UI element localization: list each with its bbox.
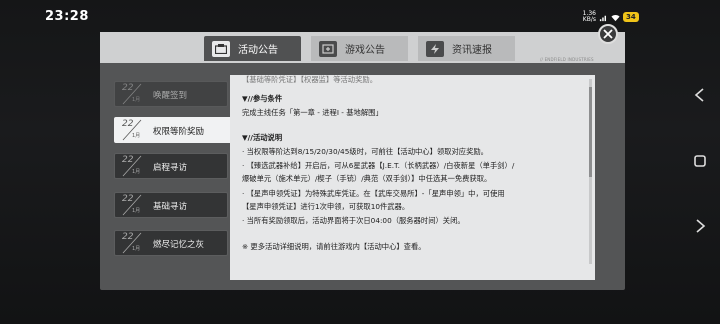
sidebar-item-label: 权限等阶奖励 bbox=[153, 127, 205, 137]
date-month: 1月 bbox=[132, 169, 141, 175]
signal-icon bbox=[599, 15, 607, 21]
back-triangle-icon[interactable] bbox=[692, 87, 708, 103]
recents-square-icon[interactable] bbox=[692, 153, 708, 169]
announcement-content: 【基础等阶凭证】【权器监】等活动奖励。 ▼//参与条件 完成主线任务「第一章 -… bbox=[230, 75, 595, 280]
tab-news[interactable]: 资讯速报 bbox=[418, 36, 515, 61]
sidebar-item-label: 启程寻访 bbox=[153, 163, 188, 173]
sidebar-item-label: 唤醒签到 bbox=[153, 91, 188, 101]
scroll-thumb[interactable] bbox=[589, 87, 592, 177]
brand-caption: // ENDFIELD INDUSTRIES bbox=[540, 57, 594, 62]
sidebar-item-wake-signin[interactable]: 22 1月 唤醒签到 bbox=[114, 81, 228, 107]
tab-activity[interactable]: 活动公告 bbox=[204, 36, 301, 61]
sidebar-item-basic-search[interactable]: 22 1月 基础寻访 bbox=[114, 192, 228, 218]
announcement-dialog: 活动公告 游戏公告 资讯速报 // ENDFIELD INDUSTRIES 22… bbox=[100, 24, 625, 290]
sidebar-item-label: 燃尽记忆之灰 bbox=[153, 240, 205, 250]
tab-game-label: 游戏公告 bbox=[345, 45, 385, 56]
date-stamp: 22 1月 bbox=[119, 119, 143, 141]
date-month: 1月 bbox=[132, 133, 141, 139]
tab-activity-label: 活动公告 bbox=[238, 45, 278, 56]
participation-text: 完成主线任务「第一章 - 进程Ⅰ - 基地解围」 bbox=[242, 108, 383, 117]
description-title: ▼//活动说明 bbox=[242, 133, 283, 142]
tab-game-announcement[interactable]: 游戏公告 bbox=[311, 36, 408, 61]
tab-news-label: 资讯速报 bbox=[452, 45, 492, 56]
sidebar-item-label: 基础寻访 bbox=[153, 202, 188, 212]
date-stamp: 22 1月 bbox=[119, 232, 143, 254]
sidebar-item-departure-search[interactable]: 22 1月 启程寻访 bbox=[114, 153, 228, 179]
date-month: 1月 bbox=[132, 97, 141, 103]
close-button[interactable] bbox=[598, 24, 618, 44]
date-month: 1月 bbox=[132, 208, 141, 214]
system-navigation bbox=[680, 0, 720, 324]
date-stamp: 22 1月 bbox=[119, 155, 143, 177]
game-icon bbox=[319, 40, 337, 57]
clock: 23:28 bbox=[45, 9, 89, 24]
battery-indicator: 34 bbox=[623, 12, 639, 22]
network-speed: 1.36 KB/s bbox=[574, 11, 596, 23]
date-stamp: 22 1月 bbox=[119, 194, 143, 216]
date-month: 1月 bbox=[132, 246, 141, 252]
sidebar-item-permission-rewards[interactable]: 22 1月 权限等阶奖励 bbox=[114, 117, 247, 143]
sidebar-item-burnout-ash[interactable]: 22 1月 燃尽记忆之灰 bbox=[114, 230, 228, 256]
description-line: · 【星声申领凭证】为特殊武库凭证。在【武库交易所】-「星声申领」中，可使用 bbox=[242, 189, 505, 198]
content-scrollbar[interactable] bbox=[589, 79, 592, 264]
content-cut-line: 【基础等阶凭证】【权器监】等活动奖励。 bbox=[242, 75, 377, 84]
description-line: · 当所有奖励领取后，活动界面将于次日04:00（服务器时间）关闭。 bbox=[242, 216, 465, 225]
dialog-header: 活动公告 游戏公告 资讯速报 // ENDFIELD INDUSTRIES bbox=[100, 32, 625, 63]
close-icon bbox=[603, 29, 613, 39]
description-line: · 当权限等阶达到8/15/20/30/45级时，可前往【活动中心】领取对应奖励… bbox=[242, 147, 488, 156]
description-line: 爆破单元（施术单元）/楔子（手铳）/典范（双手剑）】中任选其一免费获取。 bbox=[242, 174, 492, 183]
home-circle-icon[interactable] bbox=[692, 218, 708, 234]
description-line: 【星声申领凭证】进行1次申领，可获取10件武器。 bbox=[242, 202, 410, 211]
wifi-icon bbox=[611, 14, 620, 21]
activity-icon bbox=[212, 40, 230, 57]
description-line: · 【臻选武器补给】开启后，可从6星武器【J.E.T.（长柄武器）/白夜新星（单… bbox=[242, 161, 515, 170]
participation-title: ▼//参与条件 bbox=[242, 94, 283, 103]
footer-note: ※ 更多活动详细说明，请前往游戏内【活动中心】查看。 bbox=[242, 242, 426, 251]
network-speed-unit: KB/s bbox=[582, 16, 596, 23]
status-icons: 1.36 KB/s 34 bbox=[574, 10, 639, 24]
date-stamp: 22 1月 bbox=[119, 83, 143, 105]
lightning-icon bbox=[426, 40, 444, 57]
